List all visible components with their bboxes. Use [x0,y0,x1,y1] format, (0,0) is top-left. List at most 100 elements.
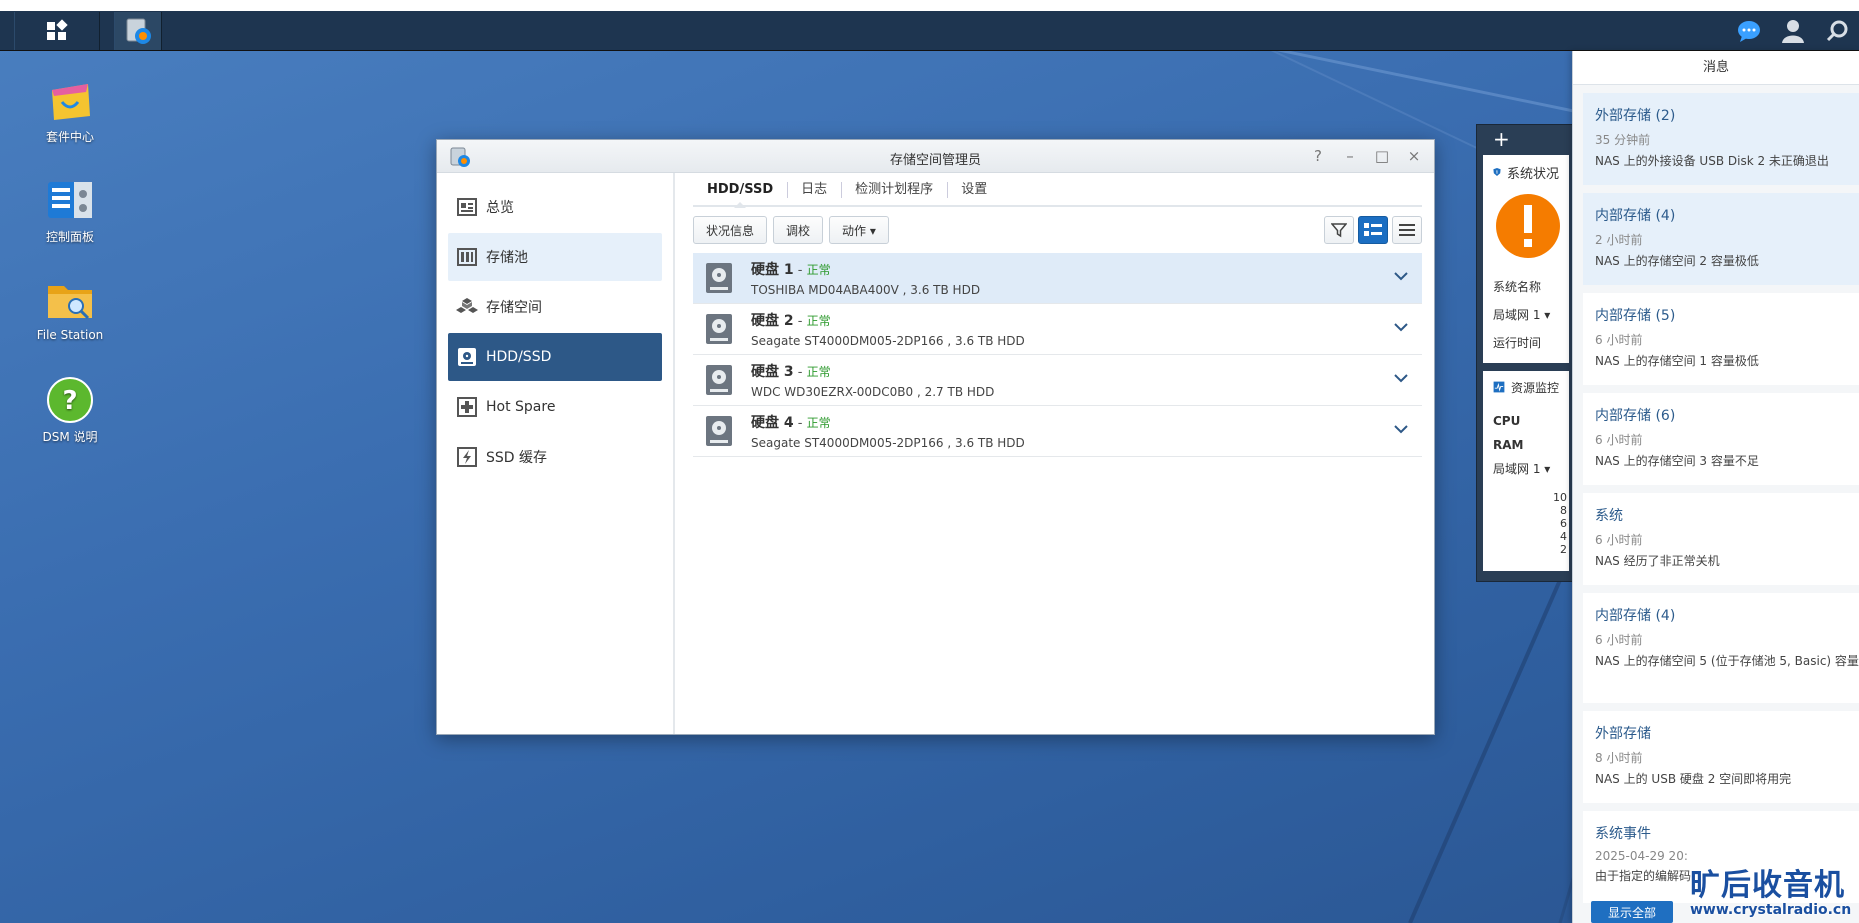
notification-panel: 消息 外部存储 (2) 35 分钟前 NAS 上的外接设备 USB Disk 2… [1572,51,1859,923]
disk-status: 正常 [806,416,831,430]
notification-message: NAS 上的存储空间 3 容量不足 [1595,454,1759,468]
disk-separator: - [793,314,807,329]
notification-message: NAS 上的存储空间 5 (位于存储池 5, Basic) 容量极低 [1595,654,1859,668]
tab-settings[interactable]: 设置 [947,174,1001,206]
sidebar-item-label: 总览 [486,200,514,216]
notification-item[interactable]: 系统 6 小时前 NAS 经历了非正常关机 [1583,493,1859,585]
help-button[interactable]: ? [1306,146,1330,166]
desktop-icon-file-station[interactable]: File Station [22,276,118,342]
tab-test-scheduler[interactable]: 检测计划程序 [841,174,947,206]
sidebar-item-storage-pool[interactable]: 存储池 [448,233,662,281]
widget-row[interactable]: 局域网 1 ▾ [1493,301,1559,329]
notification-time: 6 小时前 [1595,533,1643,547]
notification-message: NAS 上的外接设备 USB Disk 2 未正确退出 [1595,154,1829,168]
maximize-button[interactable]: □ [1370,146,1394,166]
sidebar-item-overview[interactable]: 总览 [448,183,662,231]
notification-message: NAS 上的存储空间 1 容量极低 [1595,354,1759,368]
disk-row[interactable]: 硬盘 2 - 正常 Seagate ST4000DM005-2DP166 , 3… [693,304,1422,355]
tab-log[interactable]: 日志 [787,174,841,206]
notification-item[interactable]: 内部存储 (4) 6 小时前 NAS 上的存储空间 5 (位于存储池 5, Ba… [1583,593,1859,703]
user-icon [1782,20,1804,43]
disk-status: 正常 [806,314,831,328]
disk-row[interactable]: 硬盘 1 - 正常 TOSHIBA MD04ABA400V , 3.6 TB H… [693,253,1422,304]
storage-manager-icon [126,18,151,44]
taskbar [0,11,1859,51]
filter-icon [1331,223,1347,238]
chevron-down-icon[interactable] [1394,424,1408,434]
chevron-down-icon[interactable] [1394,373,1408,383]
control-panel-icon [48,182,92,218]
disk-row[interactable]: 硬盘 3 - 正常 WDC WD30EZRX-00DC0B0 , 2.7 TB … [693,355,1422,406]
disk-status: 正常 [806,263,831,277]
notification-item[interactable]: 内部存储 (4) 2 小时前 NAS 上的存储空间 2 容量极低 [1583,193,1859,285]
watermark-title: 旷后收音机 [1690,868,1845,903]
overview-icon [457,198,477,216]
notification-item[interactable]: 内部存储 (5) 6 小时前 NAS 上的存储空间 1 容量极低 [1583,293,1859,385]
axis-tick: 6 [1560,517,1567,530]
widget-row: 系统名称 [1493,280,1542,294]
chat-icon [1738,21,1760,42]
system-status-widget: i 系统状况 系统名称 局域网 1 ▾ 运行时间 [1483,155,1569,363]
sidebar-item-hdd-ssd[interactable]: HDD/SSD [448,333,662,381]
main-menu-button[interactable] [14,11,100,50]
hdd-icon [706,365,732,395]
disk-model: Seagate ST4000DM005-2DP166 , 3.6 TB HDD [751,334,1025,348]
notification-time: 8 小时前 [1595,751,1643,765]
desktop-icon-label: 套件中心 [45,130,94,144]
chevron-down-icon[interactable] [1394,271,1408,281]
file-station-icon [48,286,92,320]
notification-header: 消息 [1573,51,1859,85]
notification-time: 35 分钟前 [1595,133,1651,147]
sidebar-item-label: HDD/SSD [486,349,552,365]
calibrate-button[interactable]: 调校 [773,216,824,244]
desktop-icon-label: File Station [36,328,104,342]
notification-title: 系统事件 [1595,826,1651,842]
detail-view-button[interactable] [1358,216,1388,244]
chevron-down-icon[interactable] [1394,322,1408,332]
notification-item[interactable]: 外部存储 (2) 35 分钟前 NAS 上的外接设备 USB Disk 2 未正… [1583,93,1859,185]
notifications-button[interactable] [1727,11,1771,51]
disk-name: 硬盘 2 [751,313,794,329]
widget-row: 运行时间 [1493,336,1542,350]
taskbar-storage-manager[interactable] [114,11,162,50]
window-titlebar[interactable]: 存储空间管理员 ? – □ × [437,140,1434,173]
help-icon: ? [47,377,93,423]
notification-item[interactable]: 内部存储 (6) 6 小时前 NAS 上的存储空间 3 容量不足 [1583,393,1859,485]
desktop-icon-control-panel[interactable]: 控制面板 [22,176,118,245]
hdd-icon [706,416,732,446]
notification-time: 6 小时前 [1595,333,1643,347]
desktop-icon-package-center[interactable]: 套件中心 [22,76,118,145]
notification-title: 外部存储 [1595,726,1651,742]
disk-row[interactable]: 硬盘 4 - 正常 Seagate ST4000DM005-2DP166 , 3… [693,406,1422,457]
search-button[interactable] [1815,11,1859,51]
widget-row[interactable]: 局域网 1 ▾ [1493,457,1559,481]
disk-name: 硬盘 4 [751,415,794,431]
desktop-icon-dsm-help[interactable]: ? DSM 说明 [22,376,118,445]
disk-separator: - [793,416,807,431]
close-button[interactable]: × [1402,146,1426,166]
widget-add-button[interactable]: + [1477,125,1575,155]
list-view-button[interactable] [1392,216,1422,244]
show-all-button[interactable]: 显示全部 [1591,901,1673,923]
resource-monitor-widget: 资源监控 CPU RAM 局域网 1 ▾ 10 8 6 4 2 [1483,371,1569,571]
window-sidebar: 总览 存储池 存储空间 HDD/SSD Hot Spare SSD 缓存 [437,173,675,734]
user-button[interactable] [1771,11,1815,51]
minimize-button[interactable]: – [1338,146,1362,166]
window-main: HDD/SSD 日志 检测计划程序 设置 状况信息 调校 动作 ▾ 硬盘 1 -… [677,173,1434,734]
filter-button[interactable] [1324,216,1354,244]
tab-bar: HDD/SSD 日志 检测计划程序 设置 [693,174,1422,208]
svg-text:?: ? [62,386,77,416]
watermark-url: www.crystalradio.cn [1690,902,1852,918]
disk-name: 硬盘 1 [751,262,794,278]
hdd-icon [706,314,732,344]
tab-hdd-ssd[interactable]: HDD/SSD [693,174,787,208]
status-info-button[interactable]: 状况信息 [693,216,768,244]
notification-item[interactable]: 外部存储 8 小时前 NAS 上的 USB 硬盘 2 空间即将用完 [1583,711,1859,803]
notification-message: NAS 经历了非正常关机 [1595,554,1720,568]
sidebar-item-hot-spare[interactable]: Hot Spare [448,383,662,431]
warning-icon [1496,194,1560,258]
sidebar-item-volume[interactable]: 存储空间 [448,283,662,331]
sidebar-item-ssd-cache[interactable]: SSD 缓存 [448,433,662,481]
storage-pool-icon [457,248,477,266]
action-dropdown[interactable]: 动作 ▾ [829,216,889,244]
